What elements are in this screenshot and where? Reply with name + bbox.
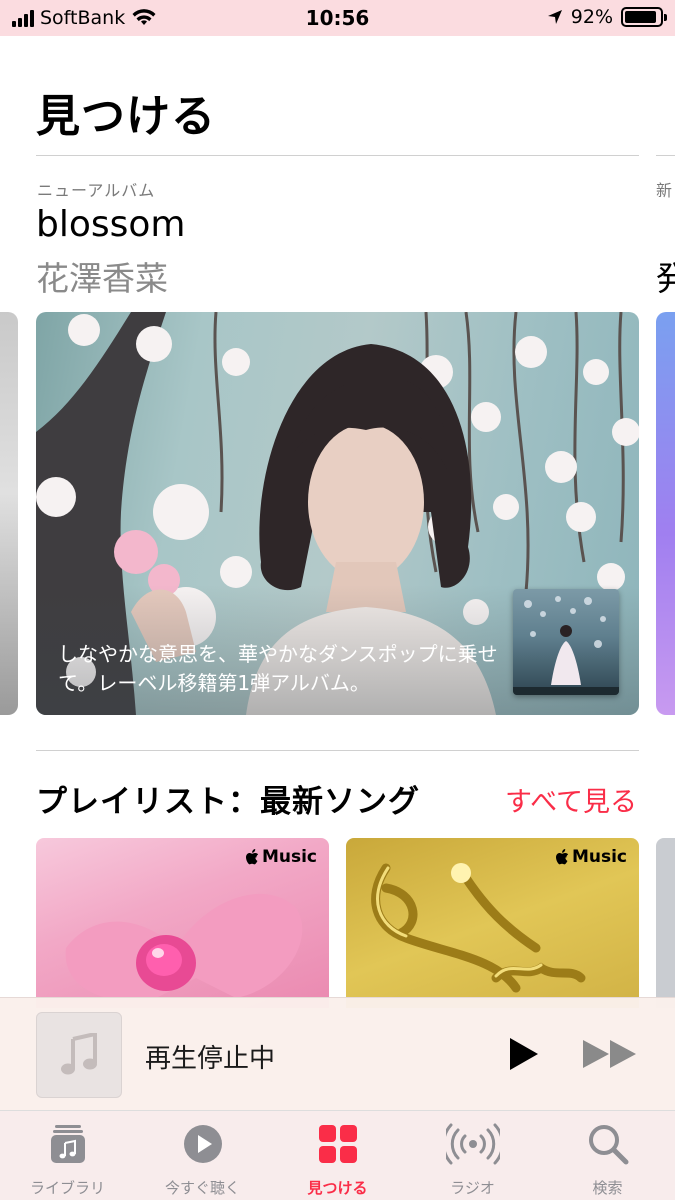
apple-music-badge-text: Music xyxy=(261,847,317,867)
featured-title[interactable]: blossom xyxy=(36,204,185,245)
status-right: 92% xyxy=(547,6,667,28)
tab-label: 検索 xyxy=(592,1179,623,1197)
playlist-card[interactable]: Music xyxy=(36,838,329,1008)
apple-music-badge: Music xyxy=(245,847,317,867)
apple-music-badge: Music xyxy=(555,847,627,867)
music-note-icon xyxy=(61,1033,97,1075)
location-arrow-icon xyxy=(547,10,562,24)
header-divider xyxy=(36,155,639,156)
tab-label: ラジオ xyxy=(450,1179,495,1197)
library-icon xyxy=(51,1125,85,1163)
tab-label: 見つける xyxy=(307,1179,368,1197)
featured-kicker: ニューアルバム xyxy=(37,181,156,200)
section-title-latest-songs: プレイリスト：最新ソング xyxy=(36,784,420,820)
featured-artist[interactable]: 花澤香菜 xyxy=(36,252,168,300)
tab-search[interactable]: 検索 xyxy=(540,1111,675,1200)
tab-radio[interactable]: ラジオ xyxy=(405,1111,540,1200)
fast-forward-icon[interactable] xyxy=(580,1036,640,1072)
browse-grid-icon xyxy=(319,1125,357,1163)
album-cover-art xyxy=(513,596,619,695)
tab-bar: ライブラリ 今すぐ聴く 見つける ラジオ 検索 xyxy=(0,1110,675,1200)
next-featured-title[interactable]: 発 xyxy=(656,252,675,300)
status-bar: SoftBank 10:56 92% xyxy=(0,0,675,36)
playlist-card[interactable]: Music xyxy=(346,838,639,1008)
search-icon xyxy=(589,1125,629,1165)
tab-browse[interactable]: 見つける xyxy=(270,1111,405,1200)
previous-featured-card[interactable] xyxy=(0,312,18,715)
play-icon[interactable] xyxy=(502,1034,542,1074)
album-cover-thumbnail[interactable] xyxy=(513,589,619,695)
apple-logo-icon xyxy=(555,849,569,865)
radio-icon xyxy=(446,1123,500,1165)
section-divider xyxy=(36,750,639,751)
page-title: 見つける xyxy=(36,91,216,142)
tab-label: ライブラリ xyxy=(29,1179,105,1197)
apple-music-badge-text: Music xyxy=(571,847,627,867)
next-featured-card[interactable] xyxy=(656,312,675,715)
battery-icon xyxy=(621,7,667,27)
mini-player-artwork xyxy=(36,1012,122,1098)
battery-level-fill xyxy=(625,11,657,23)
header-divider-peek xyxy=(656,155,675,156)
see-all-link[interactable]: すべて見る xyxy=(505,780,637,819)
mini-player[interactable]: 再生停止中 xyxy=(0,997,675,1110)
next-playlist-card[interactable] xyxy=(656,838,675,1008)
featured-description: しなやかな意思を、華やかなダンスポップに乗せて。レーベル移籍第1弾アルバム。 xyxy=(58,642,498,695)
tab-label: 今すぐ聴く xyxy=(164,1179,240,1197)
tab-listen-now[interactable]: 今すぐ聴く xyxy=(135,1111,270,1200)
now-playing-title: 再生停止中 xyxy=(145,1044,276,1074)
next-featured-kicker: 新 xyxy=(656,181,673,200)
featured-album-card[interactable]: しなやかな意思を、華やかなダンスポップに乗せて。レーベル移籍第1弾アルバム。 xyxy=(36,312,639,715)
battery-percent: 92% xyxy=(570,6,613,28)
apple-logo-icon xyxy=(245,849,259,865)
tab-library[interactable]: ライブラリ xyxy=(0,1111,135,1200)
listen-now-icon xyxy=(184,1125,222,1163)
